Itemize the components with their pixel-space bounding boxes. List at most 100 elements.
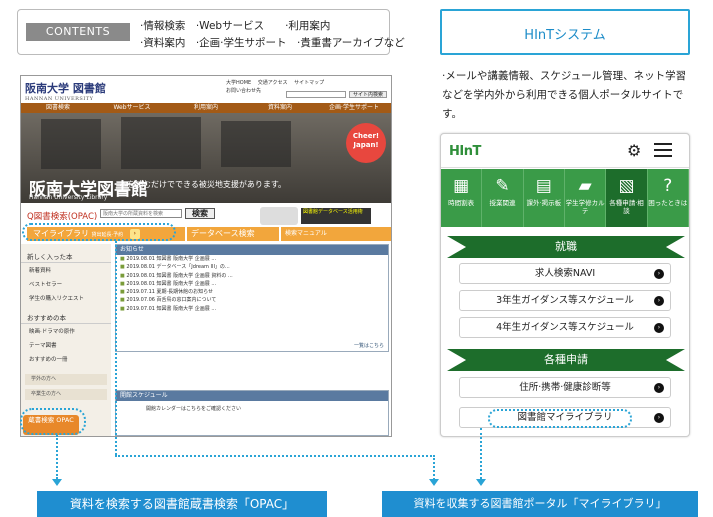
news-item[interactable]: 2019.08.01 データベース「Jdream III」の... [116,263,388,271]
pencil-icon: ✎ [495,176,510,196]
database-banner[interactable]: 図書館データベース活用術 [301,208,371,224]
menu-item[interactable]: 住所·携帯·健康診断等 › [459,377,671,398]
sidebar-item[interactable]: おすすめの一冊 [21,352,111,366]
connector-line [56,435,58,479]
page: CONTENTS ·情報検索 ·Webサービス ·利用案内 ·資料案内 ·企画·… [0,0,713,517]
hero-banner: 阪南大学図書館 Hannan University Library 本を読むだけ… [21,113,391,203]
cheer-japan-badge[interactable]: Cheer! Japan! [346,123,386,163]
tile-karte[interactable]: ▰ 学生学修カルテ [564,169,607,227]
nav-item[interactable]: 資料案内 [243,103,317,113]
tile-board[interactable]: ▤ 課外·掲示板 [523,169,565,227]
contents-box: CONTENTS ·情報検索 ·Webサービス ·利用案内 ·資料案内 ·企画·… [17,9,405,55]
menu-item-label: 3年生ガイダンス等スケジュール [496,295,634,306]
news-panel: お知らせ 2019.08.01 知図書 阪南大学 企画展 ... 2019.08… [115,244,389,352]
news-item[interactable]: 2019.07.01 知図書 阪南大学 企画展 ... [116,305,388,313]
section-heading-applications: 各種申請 [447,349,685,371]
sidebar-item[interactable]: ベストセラー [21,277,111,291]
link-home[interactable]: 大学HOME [226,80,251,86]
opac-search-button[interactable]: 検索 [185,208,215,219]
tile-label: 各種申請·相談 [609,199,644,215]
sidebar-button-visitors[interactable]: 学外の方へ [25,374,107,385]
gear-icon[interactable]: ⚙ [627,141,641,160]
menu-item[interactable]: 求人検索NAVI › [459,263,671,284]
opac-label: Q図書検索(OPAC) [27,212,98,222]
link-access[interactable]: 交通アクセス [258,80,288,86]
connector-line [115,241,117,455]
tile-timetable[interactable]: ▦ 時間割表 [441,169,483,227]
schedule-panel: 開館スケジュール 開館カレンダーはこちらをご確認ください [115,390,389,436]
contents-line-2: ·資料案内 ·企画·学生サポート ·貴重書アーカイブなど [140,37,405,49]
hero-copy: 本を読むだけでできる被災地支援があります。 [119,180,287,189]
site-search-button[interactable]: サイト内検索 [349,91,387,98]
chevron-right-icon: › [654,413,664,423]
library-site-screenshot: 阪南大学 図書館 HANNAN UNIVERSITY 大学HOME 交通アクセス… [20,75,392,437]
opac-search-input[interactable]: 阪南大学の所蔵資料を検索 [100,209,182,218]
news-item[interactable]: 2019.07.11 夏期·長期休館のお知らせ [116,288,388,296]
tile-label: 時間割表 [448,199,475,207]
nav-item[interactable]: 図書検索 [21,103,95,113]
connector-line [480,428,482,479]
hero-subtitle: Hannan University Library [29,194,108,201]
library-logo[interactable]: 阪南大学 図書館 HANNAN UNIVERSITY [25,80,106,102]
sidebar-item[interactable]: 映画·ドラマの原作 [21,324,111,338]
sidebar-item[interactable]: 学生の購入リクエスト [21,291,111,305]
arrow-down-icon [52,479,62,486]
sidebar-item[interactable]: 新着資料 [21,263,111,277]
library-logo-en: HANNAN UNIVERSITY [25,96,94,102]
highlight-my-library-tab [22,223,176,241]
section-heading-jobs: 就職 [447,236,685,258]
news-item[interactable]: 2019.08.01 知図書 阪南大学 企画展 ... [116,280,388,288]
nav-item[interactable]: 利用案内 [169,103,243,113]
news-more-link[interactable]: 一覧はこちら [354,342,384,349]
nav-item[interactable]: Webサービス [95,103,169,113]
contents-tag: CONTENTS [26,23,130,41]
search-manual-tab[interactable]: 検索マニュアル [281,227,391,241]
chevron-right-icon: › [654,323,664,333]
schedule-text[interactable]: 開館カレンダーはこちらをご確認ください [116,401,388,412]
hero-shelf [221,121,291,167]
hint-description: ·メールや講義情報、スケジュール管理、ネット学習などを学内外から利用できる個人ポ… [442,70,687,120]
menu-item[interactable]: 3年生ガイダンス等スケジュール › [459,290,671,311]
tile-applications[interactable]: ▧ 各種申請·相談 [606,169,648,227]
hero-shelf [41,119,101,169]
highlight-hint-my-library [488,409,632,428]
app-tiles: ▦ 時間割表 ✎ 授業関連 ▤ 課外·掲示板 ▰ 学生学修カルテ ▧ 各種申請·相談 ? 困… [441,169,689,227]
menu-icon[interactable] [654,143,672,157]
contents-line-1: ·情報検索 ·Webサービス ·利用案内 [140,20,331,32]
panda-illustration [260,207,298,225]
news-item[interactable]: 2019.07.06 百舌鳥の窓口案内について [116,296,388,304]
news-item[interactable]: 2019.08.01 知図書 阪南大学 企画展 資料の ... [116,272,388,280]
chevron-right-icon: › [654,383,664,393]
hint-title-box: HInTシステム [440,9,690,55]
tile-label: 困ったときは [648,199,688,207]
label-opac: 資料を検索する図書館蔵書検索「OPAC」 [37,491,327,517]
menu-item-label: 求人検索NAVI [534,268,596,279]
sidebar-item[interactable]: テーマ図書 [21,338,111,352]
tile-classes[interactable]: ✎ 授業関連 [482,169,524,227]
chevron-right-icon: › [654,296,664,306]
link-sitemap[interactable]: サイトマップ [294,80,324,86]
site-search-input[interactable] [286,91,346,98]
chevron-right-icon: › [654,269,664,279]
calendar-icon: ▦ [453,176,470,196]
message-icon: ▤ [535,176,552,196]
schedule-heading: 開館スケジュール [116,391,388,401]
arrow-down-icon [429,479,439,486]
sidebar-button-alumni[interactable]: 卒業生の方へ [25,389,107,400]
news-item[interactable]: 2019.08.01 知図書 阪南大学 企画展 ... [116,255,388,263]
library-nav: 図書検索 Webサービス 利用案内 資料案内 企画·学生サポート [21,103,391,113]
menu-item[interactable]: 4年生ガイダンス等スケジュール › [459,317,671,338]
hint-app-screenshot: HInT ⚙ ▦ 時間割表 ✎ 授業関連 ▤ 課外·掲示板 ▰ 学生学修カルテ ▧ 各種申… [440,133,690,437]
tile-help[interactable]: ? 困ったときは [647,169,689,227]
link-contact[interactable]: お問い合わせ先 [226,88,261,94]
folder-icon: ▰ [578,176,592,196]
hint-title: HInTシステム [524,28,606,43]
question-icon: ? [663,176,673,196]
hero-shelf [121,117,201,169]
connector-line [433,455,435,480]
menu-item-label: 4年生ガイダンス等スケジュール [496,322,634,333]
nav-item[interactable]: 企画·学生サポート [317,103,391,113]
hint-logo[interactable]: HInT [449,144,481,159]
database-search-tab[interactable]: データベース検索 [187,227,279,241]
library-header: 阪南大学 図書館 HANNAN UNIVERSITY 大学HOME 交通アクセス… [21,76,391,102]
